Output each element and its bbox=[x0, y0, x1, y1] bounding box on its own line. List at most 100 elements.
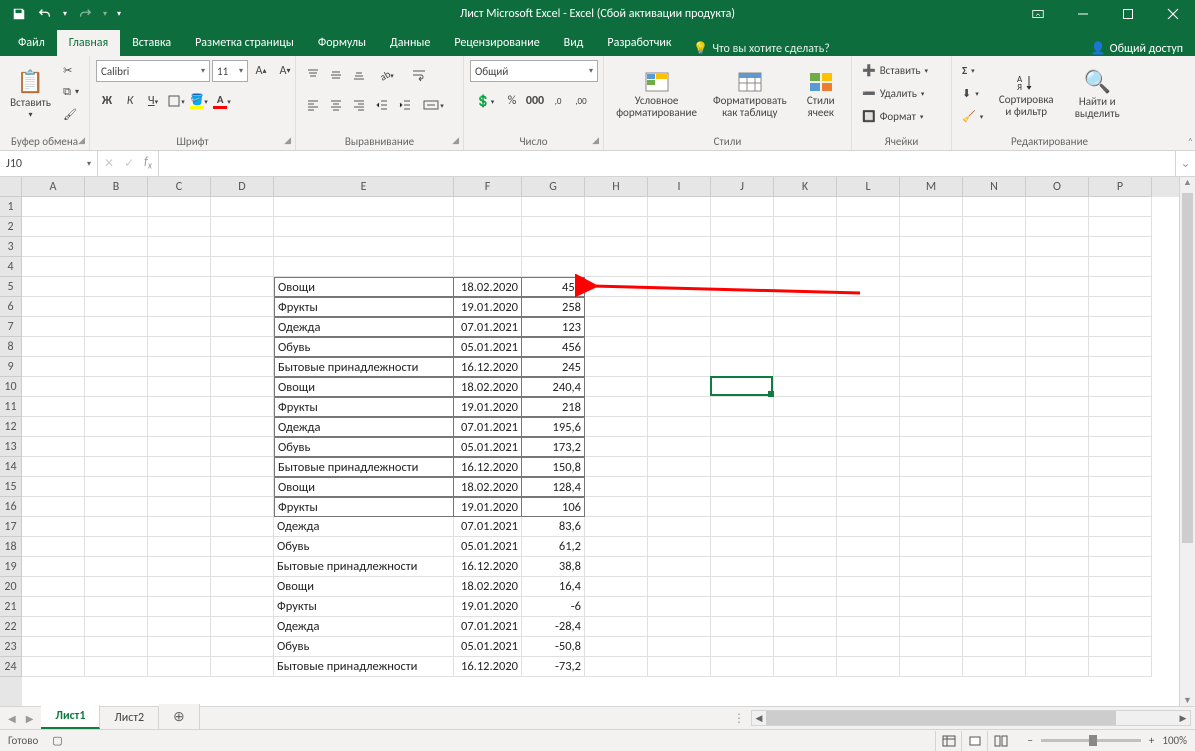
cell-E4[interactable] bbox=[274, 257, 454, 277]
cell-M9[interactable] bbox=[900, 357, 963, 377]
fill-color-button[interactable]: 🪣▾ bbox=[188, 90, 210, 112]
cell-H5[interactable] bbox=[585, 277, 648, 297]
tell-me-search[interactable]: 💡 Что вы хотите сделать? bbox=[683, 41, 839, 56]
cell-P18[interactable] bbox=[1089, 537, 1152, 557]
cell-C17[interactable] bbox=[148, 517, 211, 537]
cell-G19[interactable]: 38,8 bbox=[522, 557, 585, 577]
cell-E7[interactable]: Одежда bbox=[274, 317, 454, 337]
cell-I2[interactable] bbox=[648, 217, 711, 237]
cell-H15[interactable] bbox=[585, 477, 648, 497]
column-header-G[interactable]: G bbox=[522, 177, 585, 197]
format-as-table-button[interactable]: Форматировать как таблицу bbox=[707, 60, 792, 130]
cell-C9[interactable] bbox=[148, 357, 211, 377]
horizontal-scrollbar[interactable]: ◀▶ bbox=[751, 710, 1191, 726]
cell-K13[interactable] bbox=[774, 437, 837, 457]
cell-D12[interactable] bbox=[211, 417, 274, 437]
cell-I17[interactable] bbox=[648, 517, 711, 537]
cell-E9[interactable]: Бытовые принадлежности bbox=[274, 357, 454, 377]
cell-E10[interactable]: Овощи bbox=[274, 377, 454, 397]
cell-L12[interactable] bbox=[837, 417, 900, 437]
cell-E16[interactable]: Фрукты bbox=[274, 497, 454, 517]
cell-K15[interactable] bbox=[774, 477, 837, 497]
cell-K10[interactable] bbox=[774, 377, 837, 397]
column-header-H[interactable]: H bbox=[585, 177, 648, 197]
cell-B8[interactable] bbox=[85, 337, 148, 357]
cell-D2[interactable] bbox=[211, 217, 274, 237]
cell-O20[interactable] bbox=[1026, 577, 1089, 597]
cell-K18[interactable] bbox=[774, 537, 837, 557]
cell-F21[interactable]: 19.01.2020 bbox=[454, 597, 522, 617]
row-header-14[interactable]: 14 bbox=[0, 457, 22, 477]
cell-C13[interactable] bbox=[148, 437, 211, 457]
cell-G15[interactable]: 128,4 bbox=[522, 477, 585, 497]
minimize-icon[interactable] bbox=[1060, 0, 1105, 28]
cell-G13[interactable]: 173,2 bbox=[522, 437, 585, 457]
row-header-1[interactable]: 1 bbox=[0, 197, 22, 217]
cell-M12[interactable] bbox=[900, 417, 963, 437]
cell-E1[interactable] bbox=[274, 197, 454, 217]
row-header-4[interactable]: 4 bbox=[0, 257, 22, 277]
collapse-ribbon-icon[interactable]: ˄ bbox=[1188, 135, 1193, 148]
cell-K4[interactable] bbox=[774, 257, 837, 277]
row-header-6[interactable]: 6 bbox=[0, 297, 22, 317]
cell-C12[interactable] bbox=[148, 417, 211, 437]
increase-indent-button[interactable] bbox=[394, 94, 416, 116]
cell-J12[interactable] bbox=[711, 417, 774, 437]
cell-D3[interactable] bbox=[211, 237, 274, 257]
cell-D21[interactable] bbox=[211, 597, 274, 617]
dialog-launcher-icon[interactable]: ◢ bbox=[284, 135, 291, 146]
cell-F19[interactable]: 16.12.2020 bbox=[454, 557, 522, 577]
cell-F2[interactable] bbox=[454, 217, 522, 237]
cell-H23[interactable] bbox=[585, 637, 648, 657]
cut-button[interactable]: ✂ bbox=[59, 60, 83, 80]
tab-insert[interactable]: Вставка bbox=[120, 30, 183, 56]
cell-L14[interactable] bbox=[837, 457, 900, 477]
row-header-13[interactable]: 13 bbox=[0, 437, 22, 457]
cell-J23[interactable] bbox=[711, 637, 774, 657]
format-cells-button[interactable]: 🔲Формат▾ bbox=[858, 106, 932, 126]
cell-G8[interactable]: 456 bbox=[522, 337, 585, 357]
cell-L4[interactable] bbox=[837, 257, 900, 277]
font-size-combo[interactable]: 11▾ bbox=[212, 60, 248, 82]
cell-M17[interactable] bbox=[900, 517, 963, 537]
cell-B17[interactable] bbox=[85, 517, 148, 537]
cell-J18[interactable] bbox=[711, 537, 774, 557]
cell-B4[interactable] bbox=[85, 257, 148, 277]
cell-O8[interactable] bbox=[1026, 337, 1089, 357]
cell-N5[interactable] bbox=[963, 277, 1026, 297]
fx-icon[interactable]: fx bbox=[144, 155, 152, 171]
cell-J14[interactable] bbox=[711, 457, 774, 477]
cancel-formula-icon[interactable]: ✕ bbox=[104, 156, 114, 171]
sort-filter-button[interactable]: АЯ Сортировка и фильтр bbox=[991, 60, 1061, 130]
cell-M22[interactable] bbox=[900, 617, 963, 637]
row-header-20[interactable]: 20 bbox=[0, 577, 22, 597]
cell-B5[interactable] bbox=[85, 277, 148, 297]
row-header-9[interactable]: 9 bbox=[0, 357, 22, 377]
cell-E13[interactable]: Обувь bbox=[274, 437, 454, 457]
cell-I24[interactable] bbox=[648, 657, 711, 677]
cell-G6[interactable]: 258 bbox=[522, 297, 585, 317]
cell-F14[interactable]: 16.12.2020 bbox=[454, 457, 522, 477]
cell-I1[interactable] bbox=[648, 197, 711, 217]
enter-formula-icon[interactable]: ✓ bbox=[124, 156, 134, 171]
row-header-8[interactable]: 8 bbox=[0, 337, 22, 357]
row-header-15[interactable]: 15 bbox=[0, 477, 22, 497]
cell-L18[interactable] bbox=[837, 537, 900, 557]
dialog-launcher-icon[interactable]: ◢ bbox=[78, 135, 85, 146]
redo-dropdown-icon[interactable]: ▾ bbox=[100, 3, 110, 25]
cell-L23[interactable] bbox=[837, 637, 900, 657]
cell-G7[interactable]: 123 bbox=[522, 317, 585, 337]
add-sheet-button[interactable]: ⊕ bbox=[159, 704, 200, 729]
cell-A11[interactable] bbox=[22, 397, 85, 417]
zoom-level[interactable]: 100% bbox=[1162, 734, 1187, 747]
cell-O22[interactable] bbox=[1026, 617, 1089, 637]
cell-A17[interactable] bbox=[22, 517, 85, 537]
cell-F15[interactable]: 18.02.2020 bbox=[454, 477, 522, 497]
cell-J21[interactable] bbox=[711, 597, 774, 617]
cell-F22[interactable]: 07.01.2021 bbox=[454, 617, 522, 637]
cell-B13[interactable] bbox=[85, 437, 148, 457]
cell-F8[interactable]: 05.01.2021 bbox=[454, 337, 522, 357]
column-header-N[interactable]: N bbox=[963, 177, 1026, 197]
cell-A23[interactable] bbox=[22, 637, 85, 657]
cell-B11[interactable] bbox=[85, 397, 148, 417]
